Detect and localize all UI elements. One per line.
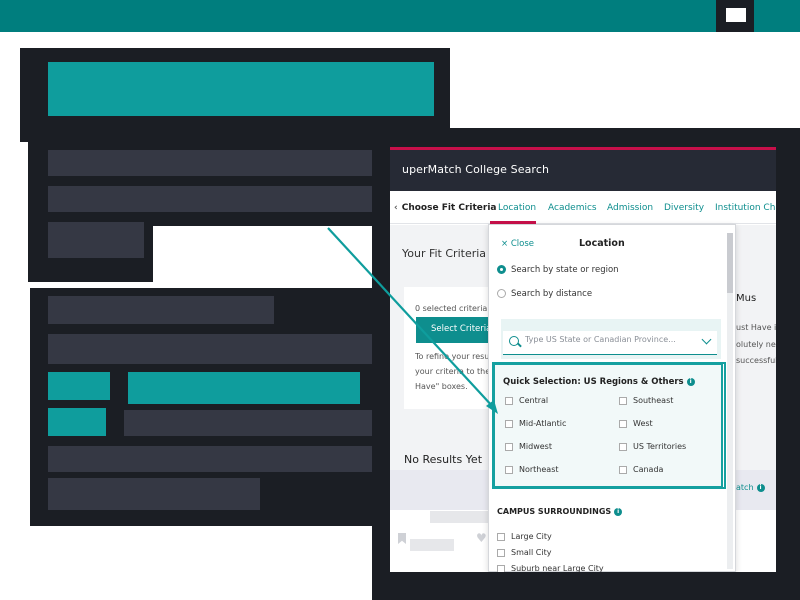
app-title: uperMatch College Search: [402, 163, 550, 176]
label-large-city: Large City: [511, 532, 552, 541]
list-bullet-2: [48, 408, 106, 436]
paragraph-1-line-1: [48, 150, 398, 176]
page-root: uperMatch College Search ‹ Choose Fit Cri…: [0, 0, 800, 600]
selected-criteria-count: 0 selected criteria: [415, 304, 488, 313]
paragraph-1-line-3: [48, 222, 144, 258]
top-bar: [0, 0, 800, 32]
checkbox-mid-atlantic[interactable]: [505, 420, 513, 428]
list-bullet-1: [48, 372, 110, 400]
label-central: Central: [519, 396, 549, 405]
info-icon: i: [756, 484, 765, 492]
match-label-text: atch: [736, 483, 754, 492]
placeholder-line: [410, 539, 454, 551]
quick-selection-title: Quick Selection: US Regions & Others i: [503, 377, 695, 387]
checkbox-midwest[interactable]: [505, 443, 513, 451]
paragraph-2-line-2: [48, 334, 384, 364]
label-mid-atlantic: Mid-Atlantic: [519, 419, 567, 428]
paragraph-2-line-1: [48, 296, 274, 324]
paragraph-1-line-2: [48, 186, 376, 212]
label-canada: Canada: [633, 465, 664, 474]
list-item-2-line: [124, 410, 374, 436]
heart-icon[interactable]: ♥: [476, 531, 487, 545]
refine-line-1: To refine your result: [415, 352, 495, 361]
search-icon: [509, 336, 519, 346]
chevron-left-icon: ‹: [394, 203, 398, 213]
tab-bar: ‹ Choose Fit Criteria Location Academics …: [390, 191, 776, 224]
list-item-1-highlight: [128, 372, 360, 404]
must-have-line-1: ust Have is: [736, 323, 776, 332]
label-us-territories: US Territories: [633, 442, 687, 451]
checkbox-small-city[interactable]: [497, 549, 505, 557]
refine-line-2: your criteria to the: [415, 367, 491, 376]
tab-choose-label: Choose Fit Criteria: [401, 203, 497, 213]
refine-hint: To refine your result your criteria to t…: [415, 349, 495, 394]
must-have-heading: Mus: [736, 293, 757, 304]
radio-search-by-state[interactable]: [497, 265, 506, 274]
checkbox-us-territories[interactable]: [619, 443, 627, 451]
checkbox-west[interactable]: [619, 420, 627, 428]
checkbox-central[interactable]: [505, 397, 513, 405]
scrollbar-thumb[interactable]: [727, 233, 733, 293]
location-title: Location: [579, 238, 625, 249]
title-block: [48, 62, 434, 116]
label-northeast: Northeast: [519, 465, 559, 474]
select-criteria-button[interactable]: Select Criteria T: [416, 317, 496, 343]
checkbox-large-city[interactable]: [497, 533, 505, 541]
location-dropdown: × Close Location Search by state or regi…: [488, 224, 736, 572]
radio-label-distance: Search by distance: [511, 289, 593, 299]
checkbox-canada[interactable]: [619, 466, 627, 474]
tab-institution-characteristics[interactable]: Institution Chara: [715, 203, 776, 213]
label-southeast: Southeast: [633, 396, 674, 405]
placeholder-line: [430, 511, 490, 523]
close-button[interactable]: × Close: [501, 239, 534, 249]
refine-line-3: Have" boxes.: [415, 382, 468, 391]
close-icon: ×: [501, 239, 509, 249]
must-have-line-3: successful: [736, 356, 776, 365]
checkbox-suburb[interactable]: [497, 565, 505, 572]
label-suburb: Suburb near Large City: [511, 564, 604, 572]
paragraph-2-line-3: [48, 446, 398, 472]
fit-criteria-title: Your Fit Criteria: [402, 247, 487, 260]
label-small-city: Small City: [511, 548, 552, 557]
must-have-line-2: olutely nee: [736, 340, 776, 349]
tab-diversity[interactable]: Diversity: [664, 203, 704, 213]
info-icon: i: [614, 508, 623, 516]
radio-search-by-distance[interactable]: [497, 289, 506, 298]
paragraph-2-line-4: [48, 478, 260, 510]
label-west: West: [633, 419, 653, 428]
label-midwest: Midwest: [519, 442, 552, 451]
campus-surroundings-label: CAMPUS SURROUNDINGS: [497, 507, 612, 516]
supermatch-window: uperMatch College Search ‹ Choose Fit Cri…: [390, 147, 776, 572]
tab-choose-fit-criteria[interactable]: ‹ Choose Fit Criteria: [394, 203, 497, 213]
state-search-input[interactable]: [525, 335, 695, 344]
tab-academics[interactable]: Academics: [548, 203, 597, 213]
info-icon: i: [686, 378, 695, 386]
tab-location[interactable]: Location: [498, 203, 536, 213]
no-results-heading: No Results Yet: [404, 453, 483, 466]
window-icon: [716, 0, 754, 32]
checkbox-southeast[interactable]: [619, 397, 627, 405]
match-label: atch i: [736, 483, 765, 492]
close-label: Close: [510, 239, 534, 249]
quick-selection-label: Quick Selection: US Regions & Others: [503, 377, 684, 387]
tab-admission[interactable]: Admission: [607, 203, 653, 213]
campus-surroundings-title: CAMPUS SURROUNDINGS i: [497, 507, 623, 516]
checkbox-northeast[interactable]: [505, 466, 513, 474]
radio-label-state: Search by state or region: [511, 265, 619, 275]
app-header: uperMatch College Search: [390, 147, 776, 191]
